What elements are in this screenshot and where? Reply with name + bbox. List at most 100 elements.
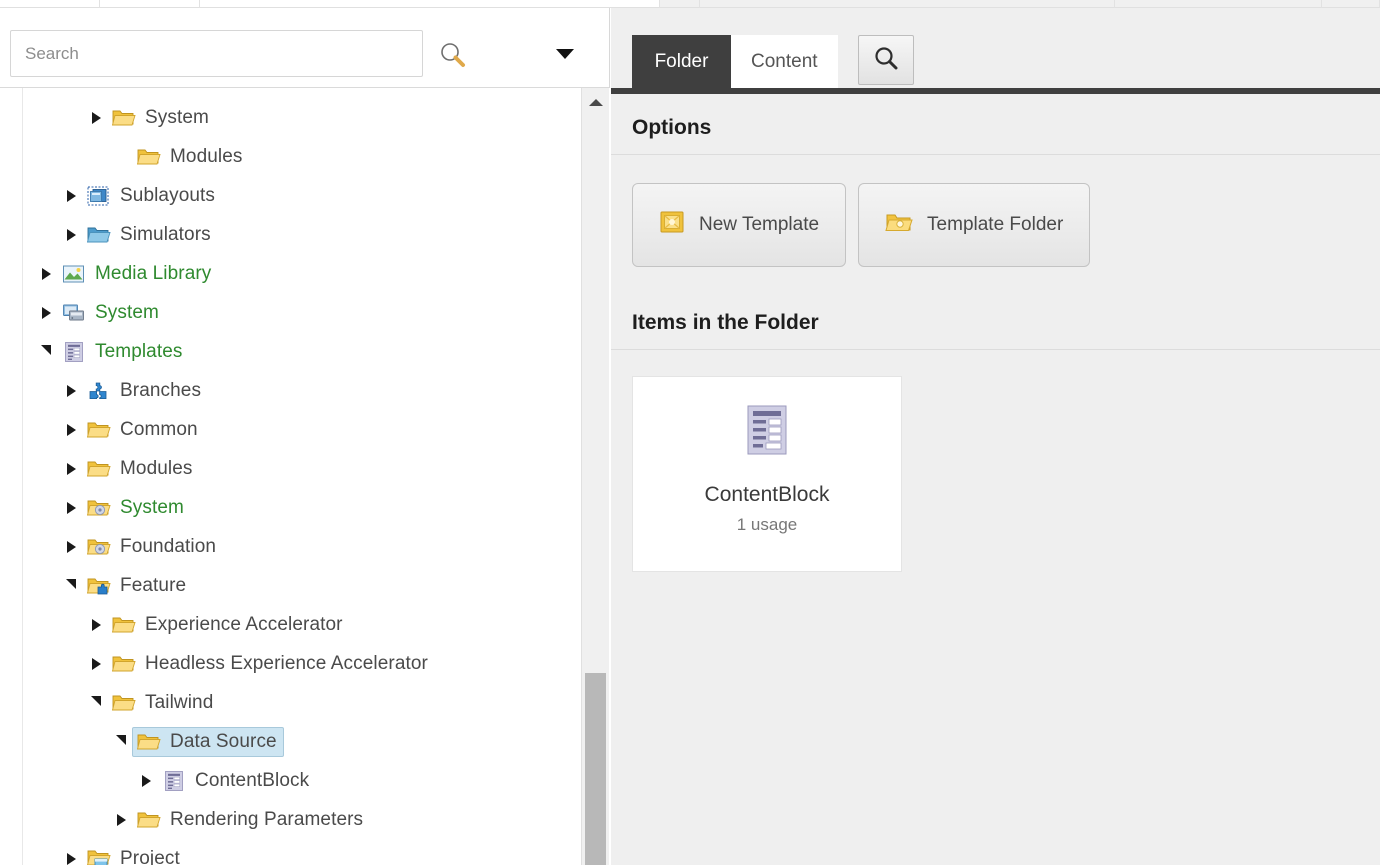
tree-node-project[interactable]: Project: [82, 844, 187, 865]
tree-node-tailwind[interactable]: Tailwind: [107, 688, 220, 718]
tree-expand-arrow-collapsed-icon[interactable]: [35, 254, 57, 293]
search-icon[interactable]: [438, 40, 468, 70]
tree-node-modules[interactable]: Modules: [82, 454, 200, 484]
tree-expand-arrow-collapsed-icon[interactable]: [60, 527, 82, 566]
tree-row[interactable]: Feature: [0, 566, 582, 605]
scrollbar-thumb[interactable]: [585, 673, 606, 865]
item-card[interactable]: ContentBlock 1 usage: [632, 376, 902, 572]
tree-expand-arrow-collapsed-icon[interactable]: [60, 488, 82, 527]
items-title: Items in the Folder: [611, 267, 1380, 349]
tree-expand-arrow-collapsed-icon[interactable]: [60, 410, 82, 449]
tab-folder[interactable]: Folder: [632, 35, 731, 88]
chrome-segment: [100, 0, 200, 8]
tree-row[interactable]: System: [0, 98, 582, 137]
tree-expand-arrow-collapsed-icon[interactable]: [60, 839, 82, 865]
folder-yellow-icon: [87, 419, 111, 441]
tree-expand-arrow-collapsed-icon[interactable]: [60, 176, 82, 215]
search-input[interactable]: [10, 30, 423, 77]
tree-node-common[interactable]: Common: [82, 415, 205, 445]
tree-expand-arrow-collapsed-icon[interactable]: [110, 800, 132, 839]
tree-expand-arrow-collapsed-icon[interactable]: [85, 644, 107, 683]
tree-row[interactable]: Simulators: [0, 215, 582, 254]
new-template-button[interactable]: New Template: [632, 183, 846, 267]
tree-node-label: Headless Experience Accelerator: [145, 653, 428, 675]
tree-row[interactable]: Media Library: [0, 254, 582, 293]
tree-expand-arrow-collapsed-icon[interactable]: [85, 605, 107, 644]
tree-expand-arrow-expanded-icon[interactable]: [35, 332, 57, 371]
tree-node-system[interactable]: System: [82, 493, 191, 523]
tree-node-label: Rendering Parameters: [170, 809, 363, 831]
tree-row[interactable]: ContentBlock: [0, 761, 582, 800]
tree-expand-arrow-expanded-icon[interactable]: [110, 722, 132, 761]
tree-node-headless-experience-accelerator[interactable]: Headless Experience Accelerator: [107, 649, 435, 679]
tree-node-data-source[interactable]: Data Source: [132, 727, 284, 757]
folder-yellow-icon: [137, 146, 161, 168]
tree-row[interactable]: Common: [0, 410, 582, 449]
tree-node-system[interactable]: System: [57, 298, 166, 328]
tree-node-label: System: [95, 302, 159, 324]
tree-node-label: Data Source: [170, 731, 277, 753]
tree-row[interactable]: System: [0, 293, 582, 332]
tree-expand-arrow-collapsed-icon[interactable]: [35, 293, 57, 332]
tree-row[interactable]: Foundation: [0, 527, 582, 566]
tree-expand-arrow-collapsed-icon[interactable]: [60, 449, 82, 488]
tree-node-label: Simulators: [120, 224, 211, 246]
tree-row[interactable]: Modules: [0, 137, 582, 176]
triangle-up-icon[interactable]: [582, 88, 610, 116]
template-folder-button[interactable]: Template Folder: [858, 183, 1090, 267]
tree-expand-arrow-collapsed-icon[interactable]: [85, 98, 107, 137]
tree-row[interactable]: Templates: [0, 332, 582, 371]
folder-yellow-icon: [112, 107, 136, 129]
panel-search-button[interactable]: [858, 35, 914, 85]
tree-node-sublayouts[interactable]: Sublayouts: [82, 181, 222, 211]
folder-yellow-icon: [137, 809, 161, 831]
tree-node-experience-accelerator[interactable]: Experience Accelerator: [107, 610, 350, 640]
tree-node-simulators[interactable]: Simulators: [82, 220, 218, 250]
tree-node-label: System: [145, 107, 209, 129]
tree-node-contentblock[interactable]: ContentBlock: [157, 766, 316, 796]
tree-node-branches[interactable]: Branches: [82, 376, 208, 406]
top-chrome-strip: [0, 0, 1380, 8]
tree-node-media-library[interactable]: Media Library: [57, 259, 218, 289]
folder-blue-icon: [87, 224, 111, 246]
options-title: Options: [611, 88, 1380, 154]
tree-expand-arrow-expanded-icon[interactable]: [60, 566, 82, 605]
tree-row[interactable]: Modules: [0, 449, 582, 488]
items-grid: ContentBlock 1 usage: [611, 350, 1380, 572]
template-folder-label: Template Folder: [927, 214, 1063, 236]
options-buttons: New Template Template Folder: [611, 155, 1380, 267]
tree-row[interactable]: System: [0, 488, 582, 527]
folder-yellow-icon: [112, 653, 136, 675]
tree-expand-arrow-collapsed-icon[interactable]: [135, 761, 157, 800]
chrome-segment: [0, 0, 100, 8]
tree-row[interactable]: Headless Experience Accelerator: [0, 644, 582, 683]
tree-node-templates[interactable]: Templates: [57, 337, 190, 367]
chevron-down-icon[interactable]: [556, 46, 578, 62]
tree-expand-arrow-expanded-icon[interactable]: [85, 683, 107, 722]
tree-expand-arrow-collapsed-icon[interactable]: [60, 371, 82, 410]
tree-node-modules[interactable]: Modules: [132, 142, 250, 172]
tree-expand-arrow-collapsed-icon[interactable]: [60, 215, 82, 254]
tree-row[interactable]: Project: [0, 839, 582, 865]
tree-node-system[interactable]: System: [107, 103, 216, 133]
tab-content-label: Content: [751, 51, 818, 73]
tree-row[interactable]: Experience Accelerator: [0, 605, 582, 644]
tab-content[interactable]: Content: [731, 35, 838, 88]
tree-node-label: System: [120, 497, 184, 519]
tree-node-foundation[interactable]: Foundation: [82, 532, 223, 562]
new-template-label: New Template: [699, 214, 819, 236]
sublayout-icon: [87, 185, 111, 207]
tree-node-label: Branches: [120, 380, 201, 402]
tree-row[interactable]: Rendering Parameters: [0, 800, 582, 839]
tree-node-rendering-parameters[interactable]: Rendering Parameters: [132, 805, 370, 835]
tree-node-feature[interactable]: Feature: [82, 571, 193, 601]
tree-row[interactable]: Sublayouts: [0, 176, 582, 215]
tree-row[interactable]: Tailwind: [0, 683, 582, 722]
tree-node-label: Modules: [170, 146, 243, 168]
tree-row[interactable]: Data Source: [0, 722, 582, 761]
chrome-segment: [1322, 0, 1380, 8]
chrome-segment: [1115, 0, 1322, 8]
tree-vertical-scrollbar[interactable]: [581, 88, 609, 865]
media-library-icon: [62, 263, 86, 285]
tree-row[interactable]: Branches: [0, 371, 582, 410]
